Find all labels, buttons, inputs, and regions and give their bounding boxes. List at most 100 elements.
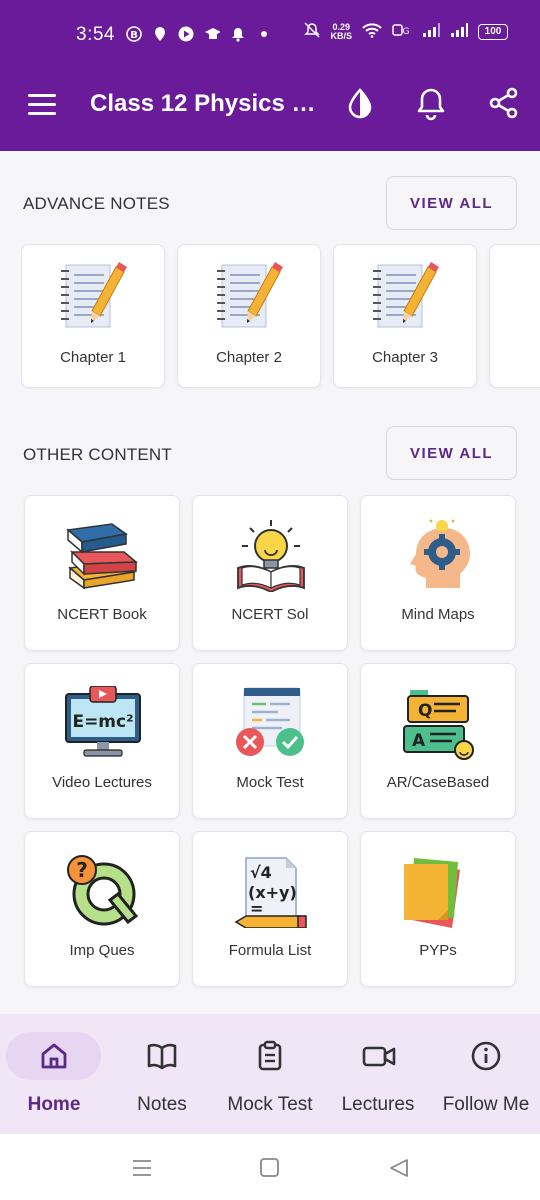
play-circle-icon (178, 26, 194, 42)
mute-icon (304, 22, 321, 41)
menu-button[interactable] (28, 94, 56, 116)
advance-notes-heading: ADVANCE NOTES (23, 194, 170, 213)
checklist-icon (236, 687, 304, 756)
wifi-icon (362, 22, 382, 41)
other-content-view-all-button[interactable]: VIEW ALL (386, 426, 517, 480)
recents-icon (133, 1160, 151, 1176)
nav-home[interactable]: Home (0, 1014, 108, 1134)
chapter-label: Chapter 3 (372, 349, 438, 366)
home-icon (41, 1043, 67, 1069)
notebook-pencil-icon (61, 262, 127, 328)
mind-maps-card[interactable]: Mind Maps (360, 495, 516, 651)
q-question-icon: ? (67, 855, 139, 926)
ar-casebased-card[interactable]: Q A AR/CaseBased (360, 663, 516, 819)
notifications-button[interactable] (414, 86, 448, 121)
notebook-pencil-icon (373, 262, 439, 328)
status-notification-icons: B (126, 26, 272, 42)
back-triangle-icon (390, 1159, 408, 1177)
nav-mock-test-label: Mock Test (227, 1094, 313, 1115)
nav-notes[interactable]: Notes (108, 1014, 216, 1134)
mock-test-card[interactable]: Mock Test (192, 663, 348, 819)
home-square-icon (260, 1158, 279, 1177)
net-speed-unit: KB/S (330, 30, 352, 41)
recents-button[interactable] (130, 1156, 154, 1180)
chapter-label: Chapter 1 (60, 349, 126, 366)
head-gear-icon (410, 519, 470, 588)
system-navigation-bar (0, 1134, 540, 1200)
graduation-cap-icon (204, 26, 220, 42)
b-app-icon: B (126, 26, 142, 42)
signal-icon-2 (450, 22, 468, 41)
status-time: 3:54 (76, 24, 115, 45)
bulb-book-icon (237, 520, 305, 592)
bell-icon (417, 88, 445, 121)
back-button[interactable] (387, 1156, 411, 1180)
share-button[interactable] (487, 86, 521, 120)
contrast-drop-icon (348, 88, 372, 119)
theme-toggle-button[interactable] (343, 86, 377, 120)
status-system-icons: 0.29 KB/S G 100 (304, 22, 508, 41)
chapter-card-partial[interactable] (489, 244, 540, 388)
svg-text:A: A (412, 731, 426, 751)
imp-ques-card[interactable]: ? Imp Ques (24, 831, 180, 987)
nav-home-label: Home (27, 1094, 81, 1115)
chapters-carousel[interactable]: Chapter 1 Chapter 2 Chapter 3 (21, 244, 540, 389)
page-title: Class 12 Physics Notes (90, 90, 320, 117)
chapter-card[interactable]: Chapter 1 (21, 244, 165, 388)
location-pin-icon (152, 26, 168, 42)
bell-small-icon (230, 26, 246, 42)
video-lectures-card[interactable]: E=mc² Video Lectures (24, 663, 180, 819)
ncert-book-label: NCERT Book (57, 606, 147, 623)
book-icon (147, 1043, 177, 1070)
mock-test-label: Mock Test (236, 774, 304, 791)
svg-text:Q: Q (418, 701, 432, 721)
video-camera-icon (362, 1046, 396, 1067)
svg-text:?: ? (76, 858, 88, 882)
home-system-button[interactable] (258, 1156, 282, 1180)
notebook-pencil-icon (217, 262, 283, 328)
ncert-book-card[interactable]: NCERT Book (24, 495, 180, 651)
ncert-sol-card[interactable]: NCERT Sol (192, 495, 348, 651)
monitor-emc2-icon: E=mc² (65, 686, 141, 757)
pyps-label: PYPs (419, 942, 457, 959)
bottom-navigation: Home Notes Mock Test Lectures Follow Me (0, 1014, 540, 1134)
pyps-card[interactable]: PYPs (360, 831, 516, 987)
ar-casebased-label: AR/CaseBased (386, 774, 490, 791)
nav-mock-test[interactable]: Mock Test (216, 1014, 324, 1134)
info-icon (471, 1041, 501, 1071)
volte-icon: G (392, 22, 412, 41)
nav-lectures[interactable]: Lectures (324, 1014, 432, 1134)
nav-follow-me[interactable]: Follow Me (432, 1014, 540, 1134)
nav-follow-me-label: Follow Me (442, 1094, 530, 1115)
chapter-label: Chapter 2 (216, 349, 282, 366)
formula-list-card[interactable]: √4 (x+y) = Formula List (192, 831, 348, 987)
sticky-papers-icon (404, 858, 460, 928)
chapter-card[interactable]: Chapter 3 (333, 244, 477, 388)
status-bar: 3:54 B 0.29 KB/S G 100 (0, 0, 540, 68)
svg-text:B: B (130, 30, 138, 41)
net-speed: 0.29 KB/S (330, 22, 352, 41)
svg-text:√4: √4 (250, 863, 272, 882)
advance-notes-view-all-button[interactable]: VIEW ALL (386, 176, 517, 230)
svg-text:E=mc²: E=mc² (72, 712, 133, 732)
nav-notes-label: Notes (137, 1094, 187, 1115)
ncert-sol-label: NCERT Sol (231, 606, 309, 623)
share-icon (489, 87, 518, 119)
formula-list-label: Formula List (228, 942, 312, 959)
dot-icon (256, 26, 272, 42)
imp-ques-label: Imp Ques (69, 942, 135, 959)
svg-text:=: = (250, 899, 263, 918)
app-bar: Class 12 Physics Notes (0, 68, 540, 151)
clipboard-icon (258, 1040, 282, 1071)
formula-paper-icon: √4 (x+y) = (234, 857, 307, 928)
nav-lectures-label: Lectures (341, 1094, 415, 1115)
signal-icon-1 (422, 22, 440, 41)
mind-maps-label: Mind Maps (401, 606, 475, 623)
battery-icon: 100 (478, 23, 508, 40)
chapter-card[interactable]: Chapter 2 (177, 244, 321, 388)
svg-text:G: G (403, 27, 410, 37)
video-lectures-label: Video Lectures (52, 774, 152, 791)
books-stack-icon (66, 523, 138, 590)
qa-chat-icon: Q A (403, 690, 474, 760)
other-content-heading: OTHER CONTENT (23, 445, 172, 464)
